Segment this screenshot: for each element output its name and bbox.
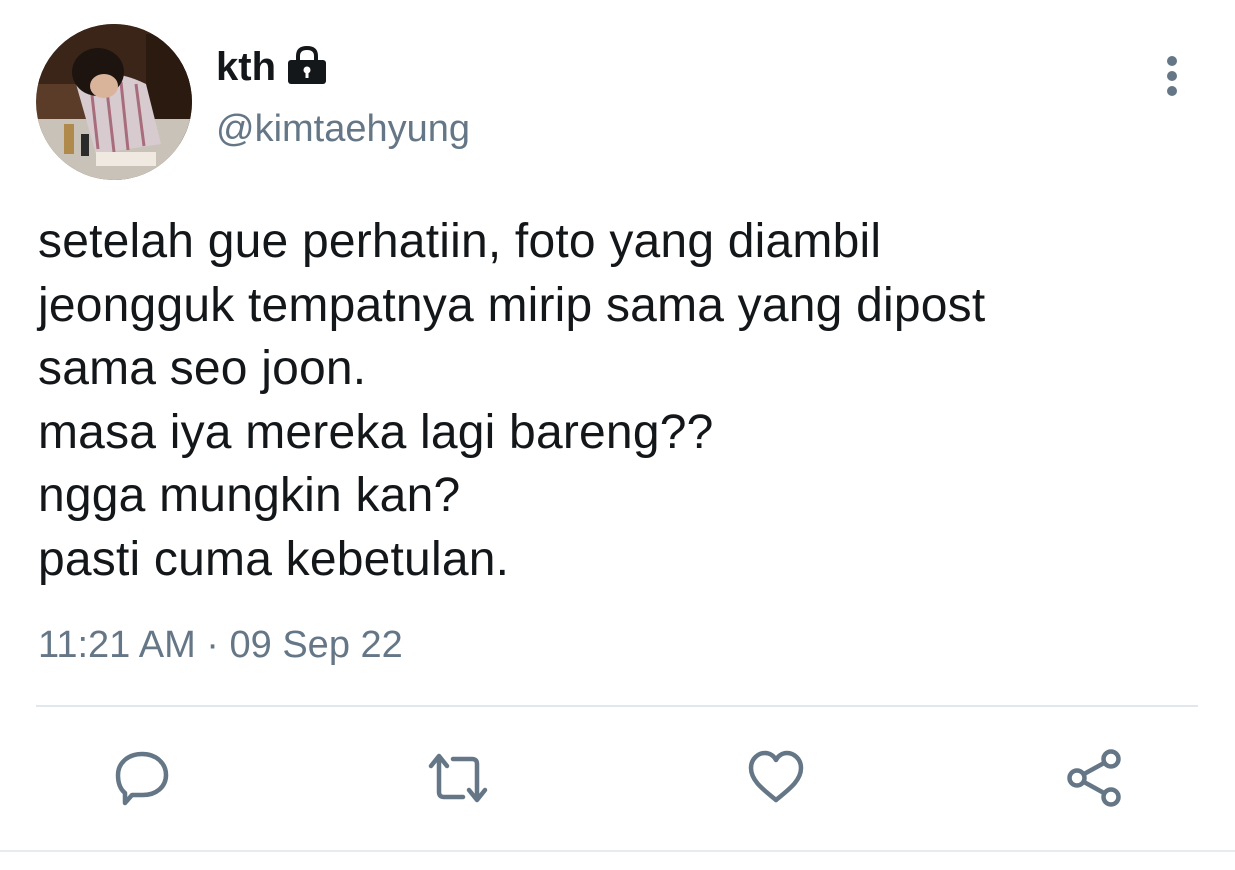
lock-icon (286, 44, 328, 86)
tweet-timestamp[interactable]: 11:21 AM · 09 Sep 22 (38, 624, 403, 667)
share-icon (1064, 747, 1124, 814)
tweet-text-line: masa iya mereka lagi bareng?? (38, 405, 714, 459)
avatar[interactable] (36, 24, 192, 180)
retweet-icon (425, 748, 491, 813)
retweet-button[interactable] (426, 748, 490, 812)
reply-icon (112, 748, 172, 813)
tweet-text-line: pasti cuma kebetulan. (38, 532, 510, 586)
user-handle[interactable]: @kimtaehyung (216, 108, 470, 151)
tweet-text-line: ngga mungkin kan? (38, 469, 461, 522)
bottom-divider (0, 850, 1235, 852)
divider (36, 705, 1198, 707)
tweet-text-line: setelah gue perhatiin, foto yang diambil (38, 215, 882, 268)
meta-separator: · (206, 624, 219, 666)
tweet-text: setelah gue perhatiin, foto yang diambil… (38, 210, 1198, 591)
tweet-text-line: jeongguk tempatnya mirip sama yang dipos… (38, 278, 986, 332)
more-options-icon[interactable] (1152, 52, 1192, 100)
like-icon (746, 748, 806, 813)
reply-button[interactable] (110, 748, 174, 812)
tweet-time: 11:21 AM (38, 624, 196, 666)
tweet-text-line: sama seo joon. (38, 342, 367, 395)
display-name[interactable]: kth (216, 45, 276, 90)
share-button[interactable] (1062, 748, 1126, 812)
display-name-row[interactable]: kth (216, 40, 328, 94)
tweet-date: 09 Sep 22 (229, 624, 403, 666)
like-button[interactable] (744, 748, 808, 812)
